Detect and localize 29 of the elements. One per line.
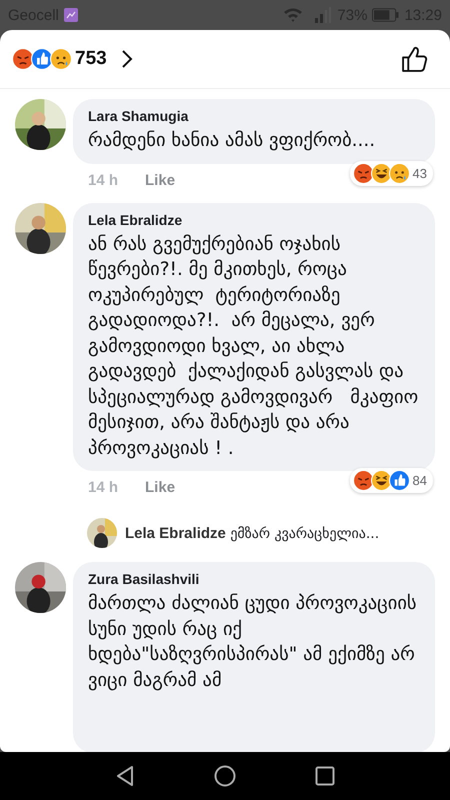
- reaction-count[interactable]: 753: [75, 48, 107, 70]
- author-name[interactable]: Zura Basilashvili: [88, 571, 423, 587]
- sad-emoji-icon: [50, 48, 72, 70]
- comment-text: მართლა ძალიან ცუდი პროვოკაციის სუნი უდის რაც იქ ხდება"საზღვრისპირას" ამ ექიმზე არ ვიცი მაგრამ ამ: [88, 592, 418, 692]
- angry-emoji-icon: [352, 162, 374, 184]
- author-name[interactable]: Lela Ebralidze: [88, 212, 423, 228]
- comment-time: 14 h: [88, 479, 118, 496]
- reply-preview[interactable]: Lela Ebralidze ემზარ კვარაცხელია...: [125, 524, 380, 542]
- wifi-icon: [283, 7, 304, 23]
- like-emoji-icon: [388, 470, 410, 491]
- haha-emoji-icon: [370, 162, 392, 184]
- angry-emoji-icon: [352, 470, 374, 491]
- comment-text: რამდენი ხანია ამას ვფიქრობ....: [88, 129, 376, 153]
- angry-emoji-icon: [12, 48, 34, 70]
- image-icon: [64, 8, 78, 22]
- home-icon[interactable]: [213, 764, 237, 788]
- recents-icon[interactable]: [313, 764, 337, 788]
- comment-time: 14 h: [88, 172, 118, 188]
- sad-emoji-icon: [388, 162, 410, 184]
- chevron-right-icon[interactable]: [120, 49, 133, 69]
- like-emoji-icon: [31, 48, 53, 70]
- haha-emoji-icon: [370, 470, 392, 491]
- author-name[interactable]: Lara Shamugia: [88, 108, 423, 124]
- reaction-pill[interactable]: 84: [350, 468, 433, 493]
- battery-icon: [372, 8, 400, 22]
- signal-icon: [314, 7, 332, 23]
- thumbs-up-icon[interactable]: [401, 46, 428, 72]
- comment-text: ან რას გვემუქრებიან ოჯახის წევრები?!. მე მკითხეს, როცა ოკუპირებულ ტერიტორიაზე გადადიოდა?!. არ მეცალა, ვერ გამოვდიოდი ხვალ, აი ახლა გადავდებ ქალაქიდან გასვლას და სპეციალურად გამოვდივარ მკაფიო მესიჯით, არა შანტაჟს და არა პროვოკაციას ! .: [88, 232, 420, 460]
- reaction-pill[interactable]: 43: [350, 160, 433, 186]
